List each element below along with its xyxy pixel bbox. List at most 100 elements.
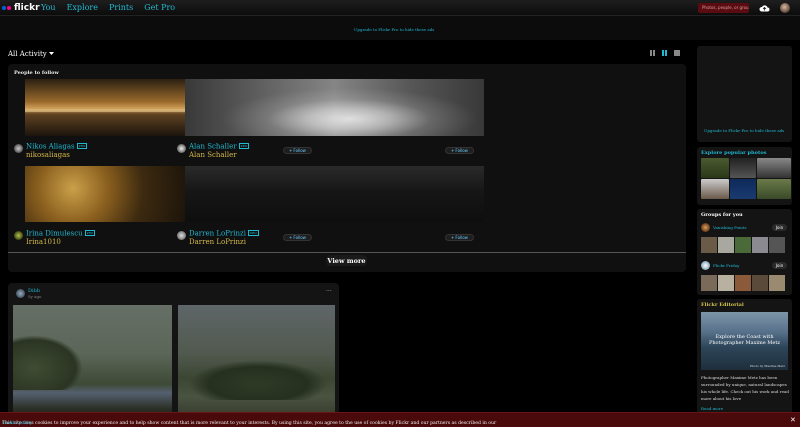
group-item: Vanishing Points: [701, 223, 747, 232]
avatar[interactable]: [14, 231, 23, 240]
person-name[interactable]: Darren LoPrinzi: [189, 230, 246, 238]
read-more-link[interactable]: Read more: [701, 406, 723, 411]
person-name[interactable]: Irina Dimulescu: [26, 230, 83, 238]
group-name[interactable]: Vanishing Points: [713, 225, 747, 230]
activity-filter-label: All Activity: [8, 50, 47, 58]
large-view-icon[interactable]: [674, 50, 680, 56]
person-name-row: Darren LoPrinzi PRO: [189, 230, 259, 238]
person-card: Nikos Aliagas PRO nikosaliagas: [14, 143, 88, 159]
person-handle: Irina1010: [26, 237, 61, 246]
plus-icon: +: [451, 235, 455, 240]
activity-post: Dibb 5y ago ···: [8, 283, 339, 427]
follow-button[interactable]: + Follow: [445, 147, 474, 154]
layout-toggle: [650, 50, 680, 56]
explore-thumbnail[interactable]: [730, 158, 756, 178]
join-group-button[interactable]: Join: [772, 262, 787, 269]
nav-explore[interactable]: Explore: [67, 3, 98, 12]
avatar[interactable]: [177, 231, 186, 240]
explore-thumbnail[interactable]: [701, 179, 729, 199]
person-name[interactable]: Alan Schaller: [189, 143, 237, 151]
upgrade-pro-link[interactable]: Upgrade to Flickr Pro to hide these ads: [704, 128, 784, 133]
nav-you[interactable]: You: [41, 3, 56, 12]
avatar[interactable]: [177, 144, 186, 153]
explore-popular-title[interactable]: Explore popular photos: [701, 150, 766, 156]
group-thumbnail[interactable]: [735, 275, 751, 291]
follow-label: Follow: [455, 235, 468, 240]
cookie-banner: This site uses cookies to improve your e…: [0, 412, 800, 427]
medium-view-icon[interactable]: [662, 50, 668, 56]
explore-thumbnail[interactable]: [757, 179, 791, 199]
follow-label: Follow: [293, 148, 306, 153]
person-name-row: Alan Schaller PRO: [189, 143, 250, 151]
group-item: Flickr Friday: [701, 261, 739, 270]
group-thumbnail[interactable]: [769, 275, 785, 291]
group-thumbnail[interactable]: [718, 237, 734, 253]
close-icon[interactable]: ✕: [790, 416, 796, 424]
editorial-text: Photographer Maxime Metz has been surrou…: [701, 375, 789, 401]
editorial-caption: Explore the Coast with Photographer Maxi…: [708, 334, 781, 346]
group-avatar[interactable]: [701, 223, 710, 232]
avatar[interactable]: [16, 289, 25, 298]
group-thumbnail[interactable]: [752, 275, 768, 291]
group-thumbnails: [701, 237, 785, 253]
group-thumbnail[interactable]: [735, 237, 751, 253]
person-name-row: Nikos Aliagas PRO: [26, 143, 88, 151]
logo-text: flickr: [14, 3, 40, 13]
nav-prints[interactable]: Prints: [109, 3, 133, 12]
post-photo[interactable]: [178, 305, 335, 427]
divider: [8, 252, 686, 253]
activity-filter-dropdown[interactable]: All Activity: [8, 50, 54, 58]
person-handle: nikosaliagas: [26, 150, 70, 159]
person-cover-photo[interactable]: [25, 166, 185, 222]
person-cover-photo[interactable]: [185, 79, 484, 136]
top-right-controls: Photos, people, or grou: [698, 3, 790, 13]
person-name[interactable]: Nikos Aliagas: [26, 143, 75, 151]
group-name[interactable]: Flickr Friday: [713, 263, 739, 268]
person-card: Irina Dimulescu PRO Irina1010: [14, 230, 96, 246]
grid-view-icon[interactable]: [650, 50, 656, 56]
explore-thumbnail[interactable]: [730, 179, 756, 199]
user-avatar[interactable]: [780, 3, 790, 13]
group-thumbnail[interactable]: [701, 237, 717, 253]
group-thumbnails: [701, 275, 785, 291]
follow-button[interactable]: + Follow: [445, 234, 474, 241]
plus-icon: +: [451, 148, 455, 153]
join-group-button[interactable]: Join: [772, 224, 787, 231]
chevron-down-icon: [48, 52, 54, 55]
upload-cloud-icon[interactable]: [759, 4, 770, 13]
group-avatar[interactable]: [701, 261, 710, 270]
post-photo[interactable]: [13, 305, 172, 427]
explore-thumbnail[interactable]: [757, 158, 791, 178]
pro-badge: PRO: [76, 143, 88, 149]
explore-thumbnail[interactable]: [701, 158, 729, 178]
plus-icon: +: [289, 235, 293, 240]
editorial-image[interactable]: Explore the Coast with Photographer Maxi…: [701, 312, 788, 370]
follow-button[interactable]: + Follow: [283, 234, 312, 241]
upgrade-pro-link[interactable]: Upgrade to Flickr Pro to hide these ads: [354, 27, 434, 32]
explore-popular-card: Explore popular photos: [697, 147, 792, 205]
pro-badge: PRO: [84, 230, 96, 236]
person-cover-photo[interactable]: [25, 79, 185, 136]
group-thumbnail[interactable]: [701, 275, 717, 291]
person-card: Darren LoPrinzi PRO Darren LoPrinzi: [177, 230, 259, 246]
explore-thumbnails: [701, 158, 791, 199]
avatar[interactable]: [14, 144, 23, 153]
person-cover-photo[interactable]: [185, 166, 484, 222]
group-thumbnail[interactable]: [752, 237, 768, 253]
person-card: Alan Schaller PRO Alan Schaller: [177, 143, 250, 159]
groups-for-you-card: Groups for you Vanishing Points Join Fli…: [697, 209, 792, 295]
more-options-icon[interactable]: ···: [326, 288, 332, 295]
follow-label: Follow: [293, 235, 306, 240]
nav-get-pro[interactable]: Get Pro: [144, 3, 175, 12]
cookie-policy-link[interactable]: cookie policy: [2, 421, 32, 426]
group-thumbnail[interactable]: [769, 237, 785, 253]
flickr-logo[interactable]: flickr: [2, 3, 40, 13]
plus-icon: +: [289, 148, 293, 153]
group-thumbnail[interactable]: [718, 275, 734, 291]
view-more-button[interactable]: View more: [326, 255, 367, 266]
search-input[interactable]: Photos, people, or grou: [698, 3, 749, 13]
people-to-follow-panel: People to follow Nikos Aliagas PRO nikosa…: [8, 64, 686, 272]
person-handle: Darren LoPrinzi: [189, 237, 246, 246]
top-navigation-bar: flickr You Explore Prints Get Pro Photos…: [0, 0, 800, 16]
follow-button[interactable]: + Follow: [283, 147, 312, 154]
